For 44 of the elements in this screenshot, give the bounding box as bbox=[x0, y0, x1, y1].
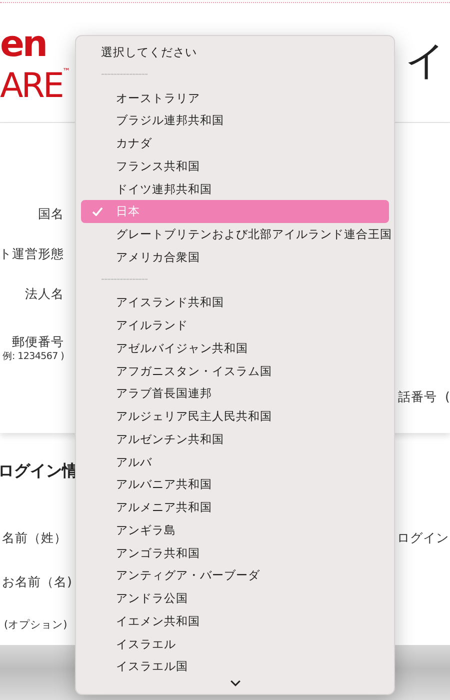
menu-item[interactable]: アルゼンチン共和国 bbox=[81, 428, 389, 450]
scroll-down-icon bbox=[230, 680, 241, 687]
checkmark-icon bbox=[92, 207, 103, 216]
menu-item[interactable]: アンティグア・バーブーダ bbox=[81, 564, 389, 587]
field-label: 国名 bbox=[38, 206, 64, 222]
menu-item[interactable]: イスラエル bbox=[81, 632, 389, 656]
menu-item[interactable]: アルメニア共和国 bbox=[81, 496, 389, 519]
menu-item[interactable]: アンギラ島 bbox=[81, 518, 389, 542]
menu-item[interactable]: アゼルバイジャン共和国 bbox=[81, 336, 389, 360]
trademark-mark: ™ bbox=[62, 67, 70, 76]
field-label: 郵便番号 bbox=[12, 334, 64, 350]
field-hint: 例: 1234567 ) bbox=[2, 350, 64, 364]
field-label: 法人名 bbox=[25, 286, 64, 302]
field-label: ログイン bbox=[397, 530, 449, 547]
menu-item[interactable]: アンドラ公国 bbox=[81, 587, 389, 610]
logo-text: en bbox=[0, 25, 48, 65]
menu-separator: --------------- bbox=[100, 68, 149, 82]
field-hint: ( bbox=[445, 389, 450, 406]
field-label: 話番号 bbox=[398, 389, 437, 406]
menu-item[interactable]: アイスランド共和国 bbox=[81, 291, 389, 314]
field-label: ト運営形態 bbox=[0, 246, 64, 262]
logo-text: ARE bbox=[0, 65, 62, 107]
menu-item[interactable]: オーストラリア bbox=[81, 86, 389, 110]
field-label: (オプション) bbox=[4, 618, 68, 633]
menu-item[interactable]: アルバ bbox=[81, 450, 389, 474]
page-heading: イ bbox=[405, 37, 446, 85]
menu-item[interactable]: カナダ bbox=[81, 132, 389, 155]
menu-item[interactable]: グレートブリテンおよび北部アイルランド連合王国 bbox=[81, 223, 389, 246]
menu-item[interactable]: ブラジル連邦共和国 bbox=[81, 109, 389, 132]
field-label: 名前（姓） bbox=[2, 530, 67, 547]
menu-item[interactable]: ドイツ連邦共和国 bbox=[81, 178, 389, 200]
menu-item[interactable]: フランス共和国 bbox=[81, 154, 389, 178]
menu-item[interactable]: イスラエル国 bbox=[81, 655, 389, 678]
field-label: お名前（名) bbox=[2, 574, 72, 591]
menu-item[interactable]: イエメン共和国 bbox=[81, 610, 389, 632]
menu-item[interactable]: 選択してください bbox=[81, 41, 389, 64]
menu-item[interactable]: アルジェリア民主人民共和国 bbox=[81, 405, 389, 428]
menu-separator: --------------- bbox=[100, 272, 149, 286]
menu-item[interactable]: アフガニスタン・イスラム国 bbox=[81, 360, 389, 382]
menu-item[interactable]: アイルランド bbox=[81, 314, 389, 337]
menu-item[interactable]: アルバニア共和国 bbox=[81, 473, 389, 496]
menu-item[interactable]: アラブ首長国連邦 bbox=[81, 382, 389, 405]
menu-item[interactable]: アメリカ合衆国 bbox=[81, 246, 389, 268]
menu-item[interactable]: アンゴラ共和国 bbox=[81, 542, 389, 564]
